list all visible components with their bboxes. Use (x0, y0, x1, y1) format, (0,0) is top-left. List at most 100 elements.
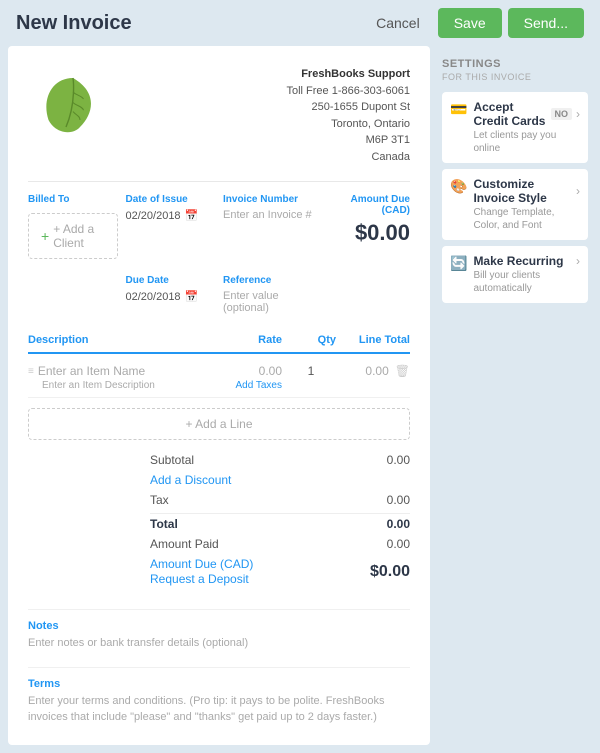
settings-item-customize-header: Customize Invoice Style › (473, 177, 580, 205)
total-label: Total (150, 517, 178, 531)
accept-credit-cards-badge: NO (551, 108, 573, 120)
settings-item-customize-label: Customize Invoice Style (473, 177, 576, 205)
due-date-value[interactable]: 02/20/2018 📅 (126, 290, 216, 303)
add-discount-button[interactable]: Add a Discount (150, 473, 231, 487)
request-deposit-button[interactable]: Request a Deposit (150, 572, 253, 586)
logo-leaf-icon (38, 71, 108, 141)
add-line-button[interactable]: + Add a Line (28, 408, 410, 440)
notes-label: Notes (28, 620, 410, 632)
reference-input[interactable]: Enter value (optional) (223, 290, 313, 314)
company-address1: 250-1655 Dupont St (286, 99, 410, 116)
item-desc-input[interactable]: Enter an Item Description (42, 380, 198, 391)
date-of-issue-field: Date of Issue 02/20/2018 📅 (126, 194, 216, 259)
amount-due-label: Amount Due (CAD) (321, 194, 411, 216)
calendar-icon: 📅 (185, 209, 199, 222)
amount-due-right-empty (321, 275, 411, 314)
company-address4: Canada (286, 149, 410, 166)
line-item-desc: ≡ Enter an Item Name Enter an Item Descr… (28, 364, 198, 391)
tax-value: 0.00 (387, 493, 410, 507)
amount-due-value: $0.00 (321, 220, 411, 246)
settings-subtitle: For This Invoice (442, 72, 588, 82)
billed-to-label: Billed To (28, 194, 118, 205)
rate-col-header: Rate (202, 334, 282, 346)
date-of-issue-label: Date of Issue (126, 194, 216, 205)
company-address3: M6P 3T1 (286, 132, 410, 149)
billed-to-field: Billed To + + Add a Client (28, 194, 118, 259)
page-title: New Invoice (16, 12, 364, 35)
settings-item-customize-invoice[interactable]: 🎨 Customize Invoice Style › Change Templ… (442, 169, 588, 240)
rate-col: 0.00 Add Taxes (202, 364, 282, 391)
terms-input[interactable]: Enter your terms and conditions. (Pro ti… (28, 694, 410, 725)
company-info: FreshBooks Support Toll Free 1-866-303-6… (286, 66, 410, 165)
qty-col: 1 (286, 364, 336, 378)
amount-paid-value: 0.00 (387, 537, 410, 551)
qty-col-header: Qty (286, 334, 336, 346)
accept-credit-cards-badge-row: NO › (551, 107, 581, 121)
terms-label: Terms (28, 678, 410, 690)
qty-input[interactable]: 1 (308, 364, 315, 378)
invoice-fields-row1: Billed To + + Add a Client Date of Issue… (28, 181, 410, 259)
logo-area (28, 66, 118, 146)
company-phone: Toll Free 1-866-303-6061 (286, 83, 410, 100)
line-item-row: ≡ Enter an Item Name Enter an Item Descr… (28, 358, 410, 398)
amount-paid-label: Amount Paid (150, 537, 219, 551)
reference-label: Reference (223, 275, 313, 286)
notes-section: Notes Enter notes or bank transfer detai… (28, 609, 410, 651)
customize-invoice-desc: Change Template, Color, and Font (473, 206, 580, 232)
top-bar: New Invoice Cancel Save Send... (0, 0, 600, 46)
amount-due-total-row: Amount Due (CAD) Request a Deposit $0.00 (150, 554, 410, 589)
tax-row: Tax 0.00 (150, 490, 410, 510)
settings-panel: Settings For This Invoice 💳 Accept Credi… (430, 46, 600, 753)
total-row: Total 0.00 (150, 513, 410, 534)
terms-section: Terms Enter your terms and conditions. (… (28, 667, 410, 725)
amount-due-links: Amount Due (CAD) Request a Deposit (150, 557, 253, 586)
totals-section: Subtotal 0.00 Add a Discount Tax 0.00 To… (150, 450, 410, 589)
discount-row: Add a Discount (150, 470, 410, 490)
accept-credit-cards-desc: Let clients pay you online (473, 129, 580, 155)
item-name-row: ≡ Enter an Item Name (28, 364, 198, 378)
amount-due-total-value: $0.00 (370, 563, 410, 581)
line-total-col: 0.00 🗑 (340, 364, 410, 378)
tax-label: Tax (150, 493, 169, 507)
subtotal-row: Subtotal 0.00 (150, 450, 410, 470)
due-date-label: Due Date (126, 275, 216, 286)
chevron-right-icon-3: › (576, 254, 580, 268)
due-date-field: Due Date 02/20/2018 📅 (126, 275, 216, 314)
company-name: FreshBooks Support (286, 66, 410, 83)
add-client-button[interactable]: + + Add a Client (28, 213, 118, 259)
recurring-icon: 🔄 (450, 255, 467, 272)
invoice-number-field: Invoice Number Enter an Invoice # (223, 194, 313, 259)
main-layout: FreshBooks Support Toll Free 1-866-303-6… (0, 46, 600, 753)
chevron-right-icon-2: › (576, 184, 580, 198)
amount-due-total-label[interactable]: Amount Due (CAD) (150, 557, 253, 571)
line-total-value: 0.00 (365, 364, 388, 378)
drag-handle-icon: ≡ (28, 366, 34, 377)
date-of-issue-value[interactable]: 02/20/2018 📅 (126, 209, 216, 222)
add-taxes-button[interactable]: Add Taxes (235, 380, 282, 391)
description-col-header: Description (28, 334, 198, 346)
save-button[interactable]: Save (438, 8, 502, 38)
add-client-icon: + (41, 228, 49, 244)
settings-item-accept-credit-cards-header: Accept Credit Cards NO › (473, 100, 580, 128)
total-value: 0.00 (387, 517, 410, 531)
item-name-input[interactable]: Enter an Item Name (38, 364, 145, 378)
settings-item-customize-content: Customize Invoice Style › Change Templat… (473, 177, 580, 232)
credit-card-icon: 💳 (450, 101, 467, 118)
settings-item-accept-credit-cards-label: Accept Credit Cards (473, 100, 550, 128)
invoice-number-label: Invoice Number (223, 194, 313, 205)
send-button[interactable]: Send... (508, 8, 584, 38)
invoice-fields-row2: Due Date 02/20/2018 📅 Reference Enter va… (28, 275, 410, 314)
company-address2: Toronto, Ontario (286, 116, 410, 133)
invoice-number-input[interactable]: Enter an Invoice # (223, 209, 313, 221)
amount-paid-row: Amount Paid 0.00 (150, 534, 410, 554)
settings-item-accept-credit-cards[interactable]: 💳 Accept Credit Cards NO › Let clients p… (442, 92, 588, 163)
settings-title: Settings (442, 58, 588, 70)
settings-item-make-recurring[interactable]: 🔄 Make Recurring › Bill your clients aut… (442, 246, 588, 303)
cancel-button[interactable]: Cancel (364, 9, 432, 37)
notes-input[interactable]: Enter notes or bank transfer details (op… (28, 636, 410, 651)
rate-input[interactable]: 0.00 (259, 364, 282, 378)
invoice-header: FreshBooks Support Toll Free 1-866-303-6… (28, 66, 410, 165)
make-recurring-desc: Bill your clients automatically (473, 269, 580, 295)
reference-field: Reference Enter value (optional) (223, 275, 313, 314)
delete-line-icon[interactable]: 🗑 (395, 364, 410, 378)
